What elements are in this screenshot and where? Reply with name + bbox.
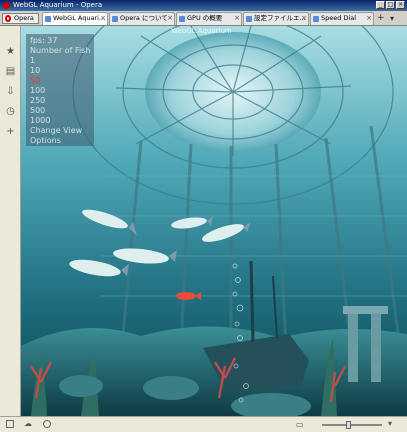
- tab-label: WebGL Aquari...: [53, 14, 106, 22]
- tab-label: GPU の概要: [187, 14, 223, 22]
- tab-close-icon[interactable]: ×: [301, 14, 307, 23]
- page-caption: WebGL Aquarium: [171, 27, 232, 35]
- page-icon: [179, 16, 185, 22]
- fish-option-250[interactable]: 250: [30, 96, 45, 105]
- zoom-slider-thumb[interactable]: [346, 421, 351, 429]
- turbo-icon[interactable]: [43, 420, 51, 428]
- fish-option-500[interactable]: 500: [30, 106, 45, 115]
- page-icon: [313, 16, 319, 22]
- fps-readout: fps: 37: [30, 36, 58, 45]
- tab-webgl-aquarium[interactable]: WebGL Aquari... ×: [42, 12, 108, 25]
- tab-close-icon[interactable]: ×: [167, 14, 173, 23]
- zoom-menu-icon[interactable]: ▾: [388, 419, 392, 429]
- tab-close-icon[interactable]: ×: [100, 14, 106, 23]
- window-title: WebGL Aquarium - Opera: [13, 1, 103, 9]
- aquarium-canvas[interactable]: WebGL Aquarium fps: 37 Number of Fish 1 …: [21, 26, 407, 416]
- bookmarks-icon[interactable]: ★: [5, 46, 16, 57]
- panel-toggle-icon[interactable]: [6, 420, 14, 428]
- tab-opera-about[interactable]: Opera について ×: [109, 12, 175, 25]
- new-tab-icon[interactable]: +: [377, 13, 385, 24]
- zoom-slider-track[interactable]: [322, 424, 382, 426]
- history-icon[interactable]: ◷: [5, 106, 16, 117]
- opera-menu-label: Opera: [14, 14, 34, 22]
- add-panel-icon[interactable]: +: [5, 126, 16, 137]
- tab-list-icon[interactable]: ▾: [390, 13, 394, 24]
- status-bar: ☁ ▭ ▾: [0, 416, 407, 432]
- tab-config-editor[interactable]: 設定ファイルエ... ×: [243, 12, 309, 25]
- fish-option-50[interactable]: 50: [30, 76, 40, 85]
- maximize-button[interactable]: □: [386, 1, 395, 9]
- cloud-icon[interactable]: ☁: [24, 419, 32, 429]
- tab-bar: Opera WebGL Aquari... × Opera について × GPU…: [0, 11, 407, 26]
- title-bar: WebGL Aquarium - Opera _ □ ×: [0, 0, 407, 11]
- fish-option-1000[interactable]: 1000: [30, 116, 50, 125]
- page-icon: [45, 16, 51, 22]
- fish-count-label: Number of Fish: [30, 46, 91, 55]
- side-panel: ★ ▤ ⇩ ◷ +: [0, 26, 21, 416]
- options-button[interactable]: Options: [30, 136, 61, 145]
- fish-option-100[interactable]: 100: [30, 86, 45, 95]
- tab-label: 設定ファイルエ...: [254, 14, 306, 22]
- tab-speed-dial[interactable]: Speed Dial ×: [310, 12, 374, 25]
- notes-icon[interactable]: ▤: [5, 66, 16, 77]
- change-view-button[interactable]: Change View: [30, 126, 82, 135]
- page-icon: [112, 16, 118, 22]
- opera-logo-icon: [3, 2, 10, 9]
- tab-gpu-overview[interactable]: GPU の概要 ×: [176, 12, 242, 25]
- tab-label: Opera について: [120, 14, 168, 22]
- tab-close-icon[interactable]: ×: [366, 14, 372, 23]
- opera-menu-button[interactable]: Opera: [2, 13, 39, 24]
- fish-option-1[interactable]: 1: [30, 56, 35, 65]
- opera-logo-icon: [5, 15, 11, 22]
- fish-option-10[interactable]: 10: [30, 66, 40, 75]
- hud-panel: fps: 37 Number of Fish 1 10 50 100 250 5…: [26, 34, 94, 146]
- downloads-icon[interactable]: ⇩: [5, 86, 16, 97]
- tab-label: Speed Dial: [321, 14, 357, 22]
- page-icon: [246, 16, 252, 22]
- minimize-button[interactable]: _: [376, 1, 385, 9]
- view-icon[interactable]: ▭: [296, 420, 304, 430]
- tab-close-icon[interactable]: ×: [234, 14, 240, 23]
- close-button[interactable]: ×: [396, 1, 405, 9]
